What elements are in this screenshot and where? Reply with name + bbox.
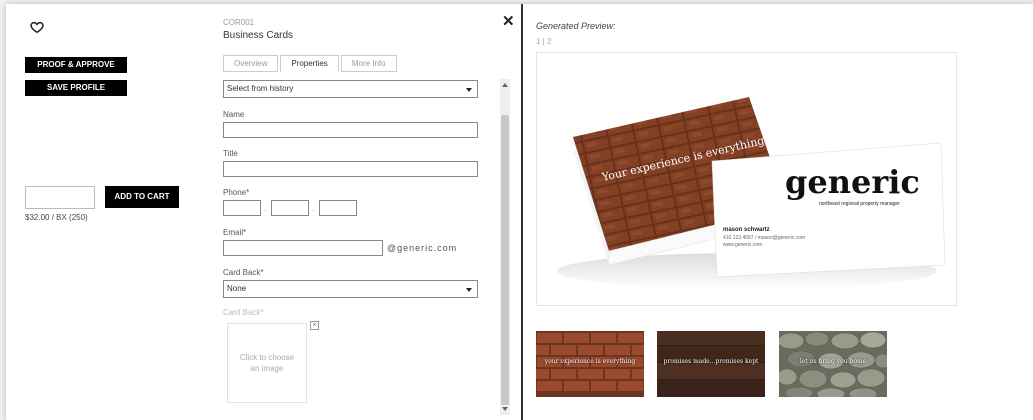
card-back-label: Card Back* bbox=[223, 268, 264, 277]
card-contact-text: 410.123.4567 / mason@generic.com bbox=[723, 235, 805, 241]
phone-line-input[interactable] bbox=[319, 200, 357, 216]
tab-more-info[interactable]: More Info bbox=[340, 55, 397, 72]
product-modal: PROOF & APPROVE SAVE PROFILE ADD TO CART… bbox=[6, 4, 1033, 420]
quantity-input[interactable] bbox=[25, 186, 95, 209]
email-domain-suffix: @generic.com bbox=[387, 243, 458, 253]
close-icon[interactable]: ✕ bbox=[502, 12, 515, 30]
card-back-thumbnail[interactable]: let us bring you home bbox=[779, 331, 887, 397]
tab-overview[interactable]: Overview bbox=[223, 55, 279, 72]
business-card-mockup: Your experience is everything generic no… bbox=[537, 53, 956, 305]
card-back-thumbnail[interactable]: promises made...promises kept bbox=[657, 331, 765, 397]
email-input[interactable] bbox=[223, 240, 383, 256]
card-tagline-text: northeast regional property manager bbox=[819, 201, 900, 207]
price-label: $32.00 / BX (250) bbox=[25, 213, 88, 222]
title-label: Title bbox=[223, 149, 238, 158]
history-select-value: Select from history bbox=[227, 84, 294, 93]
form-scrollbar[interactable] bbox=[500, 79, 510, 415]
title-input[interactable] bbox=[223, 161, 478, 177]
properties-form: Select from history Name Title Phone* . … bbox=[223, 78, 479, 418]
scroll-down-icon[interactable] bbox=[502, 407, 508, 411]
preview-title: Generated Preview: bbox=[536, 21, 616, 31]
save-profile-button[interactable]: SAVE PROFILE bbox=[25, 80, 127, 96]
name-input[interactable] bbox=[223, 122, 478, 138]
preview-pager[interactable]: 1 | 2 bbox=[536, 37, 551, 46]
heart-icon[interactable] bbox=[30, 20, 44, 34]
product-name: Business Cards bbox=[223, 30, 294, 41]
card-back-thumbnail[interactable]: your experience is everything bbox=[536, 331, 644, 397]
clear-image-icon[interactable]: × bbox=[310, 321, 319, 330]
thumbnail-caption: let us bring you home bbox=[799, 358, 867, 365]
scrollbar-thumb[interactable] bbox=[501, 115, 509, 405]
add-to-cart-button[interactable]: ADD TO CART bbox=[105, 186, 179, 208]
chevron-down-icon bbox=[466, 88, 472, 92]
card-back-select[interactable]: None bbox=[223, 280, 478, 298]
thumbnail-caption: your experience is everything bbox=[544, 358, 636, 365]
phone-separator: . bbox=[312, 204, 315, 213]
product-code: COR001 bbox=[223, 18, 255, 27]
tab-properties[interactable]: Properties bbox=[280, 55, 339, 72]
card-person-text: mason schwartz bbox=[723, 227, 770, 233]
card-website-text: www.generic.com bbox=[723, 242, 762, 248]
phone-prefix-input[interactable] bbox=[271, 200, 309, 216]
thumbnail-caption: promises made...promises kept bbox=[663, 358, 759, 365]
name-label: Name bbox=[223, 110, 245, 119]
scroll-up-icon[interactable] bbox=[502, 83, 508, 87]
image-picker-text: Click to choose an image bbox=[239, 353, 295, 373]
card-back-select-value: None bbox=[227, 284, 247, 293]
email-label: Email* bbox=[223, 228, 247, 237]
proof-approve-button[interactable]: PROOF & APPROVE bbox=[25, 57, 127, 73]
phone-separator: . bbox=[264, 204, 267, 213]
card-preview-image: Your experience is everything generic no… bbox=[536, 52, 957, 306]
panel-divider bbox=[521, 4, 523, 420]
card-brand-text: generic bbox=[785, 163, 920, 201]
chevron-down-icon bbox=[466, 288, 472, 292]
phone-area-input[interactable] bbox=[223, 200, 261, 216]
card-back-image-label: Card Back* bbox=[223, 308, 264, 317]
tab-bar: Overview Properties More Info bbox=[223, 55, 399, 72]
image-picker[interactable]: Click to choose an image bbox=[227, 323, 307, 403]
phone-label: Phone* bbox=[223, 188, 250, 197]
history-select[interactable]: Select from history bbox=[223, 80, 478, 98]
